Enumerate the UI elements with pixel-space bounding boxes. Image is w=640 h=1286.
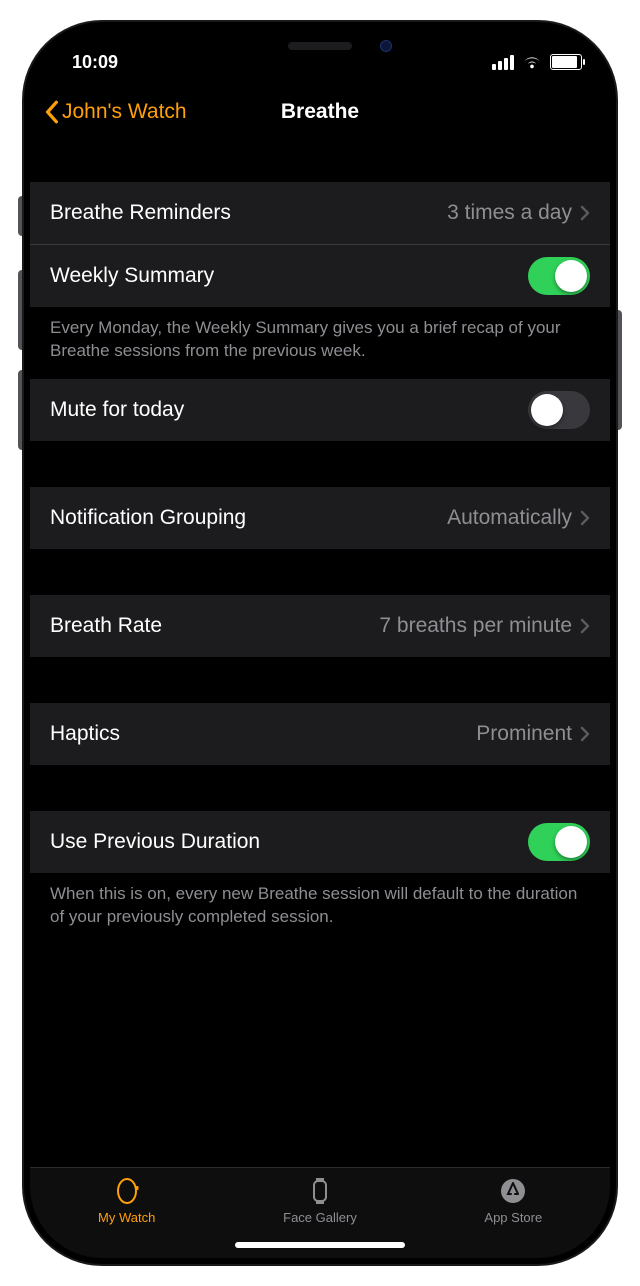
row-label: Breathe Reminders <box>50 201 231 225</box>
chevron-right-icon <box>580 510 590 526</box>
tab-label: Face Gallery <box>283 1210 357 1225</box>
back-label: John's Watch <box>62 100 187 124</box>
phone-frame: 10:09 John's Watch Breathe <box>24 22 616 1264</box>
previous-duration-toggle[interactable] <box>528 823 590 861</box>
section-prev-duration: Use Previous Duration <box>30 811 610 873</box>
back-button[interactable]: John's Watch <box>30 100 187 124</box>
section-footer: Every Monday, the Weekly Summary gives y… <box>30 307 610 379</box>
weekly-summary-toggle[interactable] <box>528 257 590 295</box>
row-label: Notification Grouping <box>50 506 246 530</box>
app-store-icon <box>498 1176 528 1206</box>
row-weekly-summary: Weekly Summary <box>30 245 610 307</box>
section-footer: When this is on, every new Breathe sessi… <box>30 873 610 945</box>
watch-icon <box>112 1176 142 1206</box>
section-grouping: Notification Grouping Automatically <box>30 487 610 549</box>
section-breath-rate: Breath Rate 7 breaths per minute <box>30 595 610 657</box>
row-haptics[interactable]: Haptics Prominent <box>30 703 610 765</box>
row-label: Mute for today <box>50 398 184 422</box>
battery-icon <box>550 54 582 70</box>
row-value: 7 breaths per minute <box>379 614 572 638</box>
content: Breathe Reminders 3 times a day Weekly S… <box>30 140 610 1168</box>
notch <box>190 28 450 68</box>
row-label: Weekly Summary <box>50 264 214 288</box>
status-time: 10:09 <box>72 52 118 73</box>
chevron-right-icon <box>580 726 590 742</box>
chevron-right-icon <box>580 618 590 634</box>
section-reminders: Breathe Reminders 3 times a day Weekly S… <box>30 182 610 307</box>
wifi-icon <box>522 55 542 70</box>
row-breathe-reminders[interactable]: Breathe Reminders 3 times a day <box>30 182 610 245</box>
chevron-right-icon <box>580 205 590 221</box>
nav-bar: John's Watch Breathe <box>30 84 610 140</box>
tab-label: App Store <box>484 1210 542 1225</box>
home-indicator[interactable] <box>235 1242 405 1248</box>
row-label: Haptics <box>50 722 120 746</box>
tab-label: My Watch <box>98 1210 155 1225</box>
tab-app-store[interactable]: App Store <box>417 1168 610 1258</box>
chevron-left-icon <box>44 100 60 124</box>
row-mute-today: Mute for today <box>30 379 610 441</box>
row-value: Prominent <box>476 722 572 746</box>
row-label: Breath Rate <box>50 614 162 638</box>
cellular-icon <box>492 55 514 70</box>
section-haptics: Haptics Prominent <box>30 703 610 765</box>
mute-today-toggle[interactable] <box>528 391 590 429</box>
row-value: 3 times a day <box>447 201 572 225</box>
screen: 10:09 John's Watch Breathe <box>30 28 610 1258</box>
row-label: Use Previous Duration <box>50 830 260 854</box>
row-previous-duration: Use Previous Duration <box>30 811 610 873</box>
row-value: Automatically <box>447 506 572 530</box>
tab-my-watch[interactable]: My Watch <box>30 1168 223 1258</box>
row-notification-grouping[interactable]: Notification Grouping Automatically <box>30 487 610 549</box>
row-breath-rate[interactable]: Breath Rate 7 breaths per minute <box>30 595 610 657</box>
watch-face-icon <box>305 1176 335 1206</box>
section-mute: Mute for today <box>30 379 610 441</box>
